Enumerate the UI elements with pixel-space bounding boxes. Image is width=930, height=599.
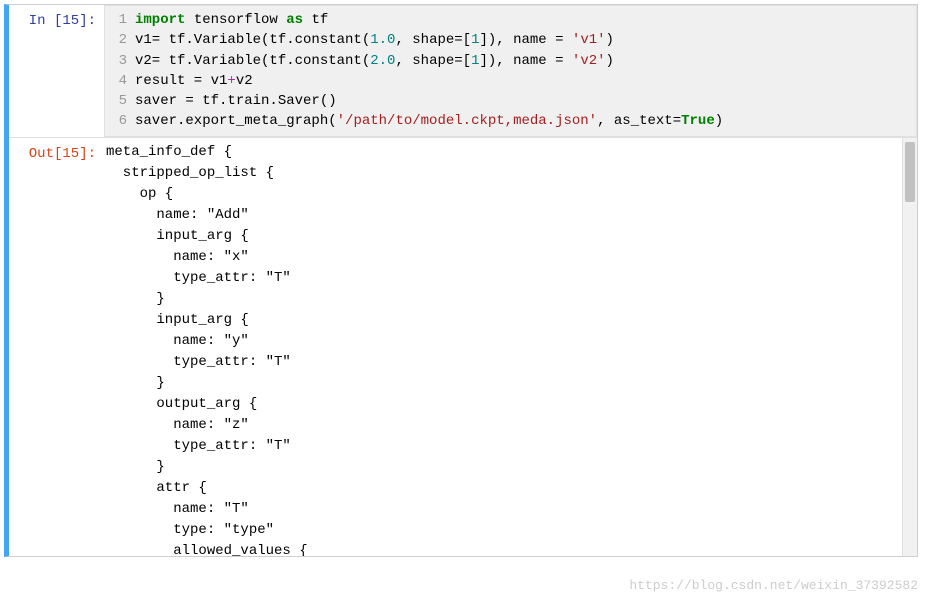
line-number: 2: [105, 30, 135, 50]
code-line[interactable]: 1import tensorflow as tf: [105, 10, 916, 30]
notebook-cell: In [15]: 1import tensorflow as tf2v1= tf…: [4, 4, 918, 557]
code-text[interactable]: result = v1+v2: [135, 71, 916, 91]
code-text[interactable]: v1= tf.Variable(tf.constant(1.0, shape=[…: [135, 30, 916, 50]
code-input-area[interactable]: 1import tensorflow as tf2v1= tf.Variable…: [104, 5, 917, 137]
output-area[interactable]: meta_info_def { stripped_op_list { op { …: [104, 138, 917, 556]
output-prompt: Out[15]:: [9, 138, 104, 162]
code-line[interactable]: 5saver = tf.train.Saver(): [105, 91, 916, 111]
code-text[interactable]: import tensorflow as tf: [135, 10, 916, 30]
input-row: In [15]: 1import tensorflow as tf2v1= tf…: [9, 5, 917, 137]
output-scrollbar[interactable]: [902, 138, 917, 556]
line-number: 1: [105, 10, 135, 30]
code-line[interactable]: 2v1= tf.Variable(tf.constant(1.0, shape=…: [105, 30, 916, 50]
line-number: 6: [105, 111, 135, 131]
line-number: 3: [105, 51, 135, 71]
input-prompt: In [15]:: [9, 5, 104, 29]
code-line[interactable]: 4result = v1+v2: [105, 71, 916, 91]
line-number: 5: [105, 91, 135, 111]
code-text[interactable]: saver = tf.train.Saver(): [135, 91, 916, 111]
line-number: 4: [105, 71, 135, 91]
scrollbar-thumb[interactable]: [905, 142, 915, 202]
code-line[interactable]: 3v2= tf.Variable(tf.constant(2.0, shape=…: [105, 51, 916, 71]
watermark: https://blog.csdn.net/weixin_37392582: [629, 578, 918, 593]
code-text[interactable]: v2= tf.Variable(tf.constant(2.0, shape=[…: [135, 51, 916, 71]
code-line[interactable]: 6saver.export_meta_graph('/path/to/model…: [105, 111, 916, 131]
code-text[interactable]: saver.export_meta_graph('/path/to/model.…: [135, 111, 916, 131]
output-row: Out[15]: meta_info_def { stripped_op_lis…: [9, 137, 917, 556]
